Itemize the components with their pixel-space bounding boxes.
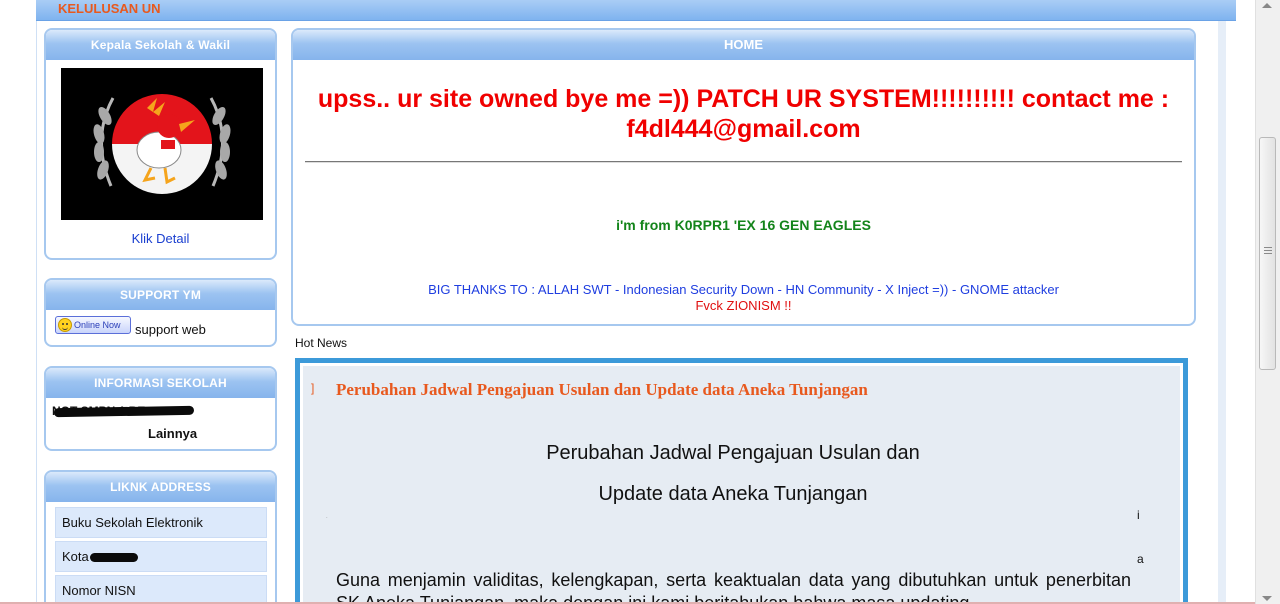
article-heading: Perubahan Jadwal Pengajuan Usulan dan Up… [303,433,1163,515]
support-ym-box: SUPPORT YM Online Now support web [44,278,277,347]
kepala-sekolah-title: Kepala Sekolah & Wakil [46,30,275,60]
scrollbar-thumb[interactable] [1259,137,1276,370]
support-web-text: support web [135,322,206,337]
school-name-redacted: NOT SMPN 1 BE... [52,404,202,418]
from-line: i'm from K0RPR1 'EX 16 GEN EAGLES [616,217,871,233]
link-item-kota[interactable]: Kota [55,541,267,572]
home-box: HOME upss.. ur site owned bye me =)) PAT… [291,28,1196,326]
defacement-message: upss.. ur site owned bye me =)) PATCH UR… [317,85,1170,143]
hot-news-label: Hot News [295,336,348,350]
link-item-buku-sekolah[interactable]: Buku Sekolah Elektronik [55,507,267,538]
article-paragraph: Guna menjamin validitas, kelengkapan, se… [336,570,1131,604]
news-headline-link[interactable]: Perubahan Jadwal Pengajuan Usulan dan Up… [336,380,868,400]
article-heading-line1: Perubahan Jadwal Pengajuan Usulan dan [546,442,920,464]
horizontal-divider [305,161,1182,163]
informasi-sekolah-title: INFORMASI SEKOLAH [46,368,275,398]
smiley-icon [58,318,72,332]
link-item-label: Buku Sekolah Elektronik [62,515,203,530]
link-item-label: Nomor NISN [62,583,136,598]
kepala-sekolah-box: Kepala Sekolah & Wakil Klik Detail [44,28,277,260]
support-ym-title: SUPPORT YM [46,280,275,310]
stray-letter-a: a [1137,552,1144,566]
news-box: ] Perubahan Jadwal Pengajuan Usulan dan … [295,358,1188,604]
top-nav-bar: KELULUSAN UN [36,0,1236,21]
link-item-nomor-nisn[interactable]: Nomor NISN [55,575,267,604]
redaction-scribble [90,553,139,563]
scroll-up-arrow-icon[interactable] [1262,3,1272,8]
link-address-box: LIKNK ADDRESS Buku Sekolah Elektronik Ko… [44,470,277,604]
news-bullet: ] [311,381,315,395]
vertical-scrollbar[interactable] [1255,0,1280,604]
stray-letter-i: i [1137,508,1140,522]
thanks-line: BIG THANKS TO : ALLAH SWT - Indonesian S… [428,282,1059,297]
link-address-title: LIKNK ADDRESS [46,472,275,502]
stray-dot: . [326,514,328,520]
grip-icon [1264,247,1272,254]
scroll-down-arrow-icon[interactable] [1262,596,1272,601]
fvck-line: Fvck ZIONISM !! [695,298,792,313]
online-now-label: Online Now [74,320,121,330]
news-content: ] Perubahan Jadwal Pengajuan Usulan dan … [303,366,1180,604]
klik-detail-link[interactable]: Klik Detail [46,231,275,246]
home-title: HOME [293,30,1194,60]
redaction-scribble [53,405,195,418]
informasi-sekolah-box: INFORMASI SEKOLAH NOT SMPN 1 BE... Lainn… [44,366,277,451]
yahoo-online-badge[interactable]: Online Now [55,316,131,334]
nav-link-kelulusan-un[interactable]: KELULUSAN UN [58,1,161,16]
garuda-logo-image[interactable] [61,68,263,220]
link-item-label: Kota [62,549,93,564]
lainnya-link[interactable]: Lainnya [148,426,197,441]
article-heading-line2: Update data Aneka Tunjangan [598,483,868,505]
